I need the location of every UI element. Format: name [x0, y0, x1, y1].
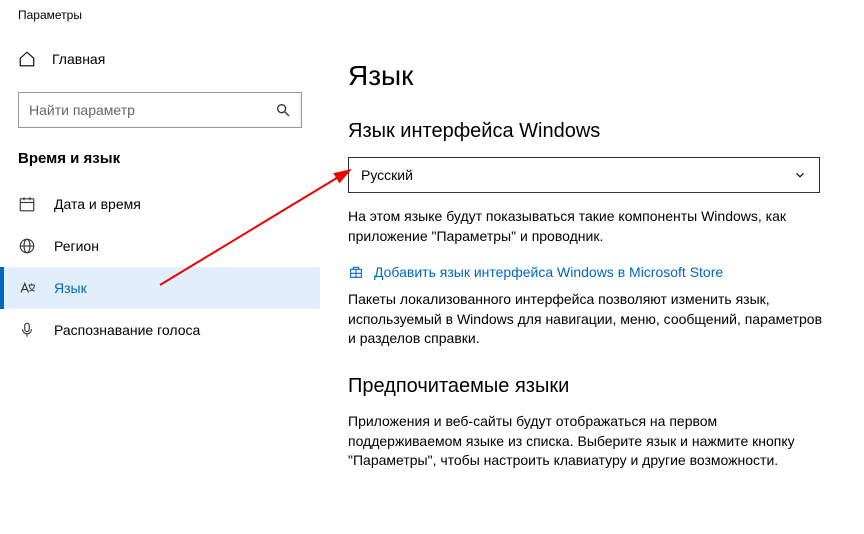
search-box[interactable]	[18, 92, 302, 128]
content-pane: Язык Язык интерфейса Windows Русский На …	[320, 30, 864, 534]
page-title: Язык	[348, 60, 832, 92]
sidebar-item-label: Регион	[54, 238, 99, 254]
add-language-store-link[interactable]: Добавить язык интерфейса Windows в Micro…	[348, 264, 832, 280]
display-language-description: На этом языке будут показываться такие к…	[348, 207, 828, 246]
store-link-label: Добавить язык интерфейса Windows в Micro…	[374, 264, 723, 280]
category-title: Время и язык	[0, 150, 320, 183]
sidebar: Главная Время и язык Дата и время	[0, 30, 320, 534]
chevron-down-icon	[793, 168, 807, 182]
home-nav[interactable]: Главная	[18, 40, 302, 78]
language-packs-description: Пакеты локализованного интерфейса позвол…	[348, 290, 828, 349]
search-input[interactable]	[29, 102, 275, 118]
sidebar-item-datetime[interactable]: Дата и время	[0, 183, 320, 225]
display-language-dropdown[interactable]: Русский	[348, 157, 820, 193]
section-display-language: Язык интерфейса Windows	[348, 120, 832, 143]
section-preferred-languages: Предпочитаемые языки	[348, 375, 832, 398]
sidebar-item-label: Дата и время	[54, 196, 141, 212]
search-icon	[275, 102, 291, 118]
calendar-icon	[18, 195, 36, 213]
microphone-icon	[18, 321, 36, 339]
preferred-languages-description: Приложения и веб-сайты будут отображатьс…	[348, 412, 828, 471]
dropdown-value: Русский	[361, 167, 413, 183]
globe-icon	[18, 237, 36, 255]
home-label: Главная	[52, 51, 105, 67]
sidebar-item-label: Распознавание голоса	[54, 322, 200, 338]
home-icon	[18, 50, 36, 68]
language-icon	[18, 279, 36, 297]
window-title: Параметры	[0, 0, 864, 30]
sidebar-item-language[interactable]: Язык	[0, 267, 320, 309]
sidebar-item-speech[interactable]: Распознавание голоса	[0, 309, 320, 351]
store-icon	[348, 264, 364, 280]
sidebar-item-region[interactable]: Регион	[0, 225, 320, 267]
sidebar-item-label: Язык	[54, 280, 87, 296]
